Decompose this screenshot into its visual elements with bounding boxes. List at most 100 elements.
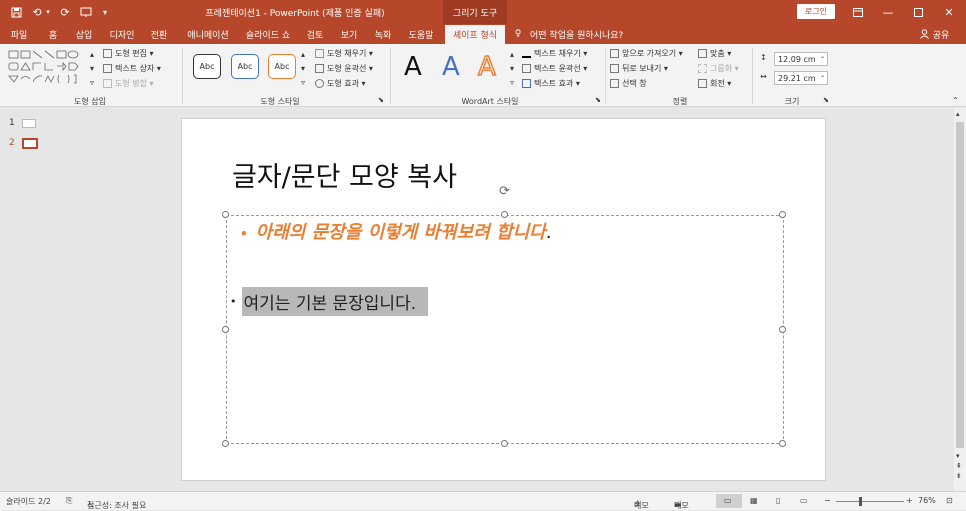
scroll-down-arrow-icon[interactable]: ▾ — [956, 452, 960, 460]
wordart-style-blue[interactable]: A — [442, 52, 460, 82]
collapse-ribbon-icon[interactable]: ⌃ — [952, 96, 959, 105]
shape-outline-button[interactable]: 도형 윤곽선 ▾ — [315, 63, 373, 74]
slide-sorter-icon[interactable]: ▦ — [750, 496, 758, 505]
gallery-scroll-up[interactable]: ▴ — [90, 50, 94, 59]
bring-forward-button[interactable]: 앞으로 가져오기 ▾ — [610, 48, 683, 59]
send-backward-label: 뒤로 보내기 — [622, 64, 662, 73]
text-effects-button[interactable]: 텍스트 효과 ▾ — [522, 78, 580, 89]
shape-gallery[interactable] — [6, 48, 90, 92]
style-scroll-up[interactable]: ▴ — [301, 50, 305, 59]
style-scroll-down[interactable]: ▾ — [301, 64, 305, 73]
zoom-out-icon[interactable]: − — [824, 496, 831, 505]
vertical-scrollbar[interactable]: ▴ ▾ ⇞ ⇟ — [954, 108, 966, 491]
zoom-level[interactable]: 76% — [918, 496, 936, 505]
text-box-button[interactable]: 텍스트 상자 ▾ — [103, 63, 161, 74]
redo-icon[interactable]: ⟳ — [58, 0, 72, 24]
gallery-scroll-down[interactable]: ▾ — [90, 64, 94, 73]
zoom-slider-track[interactable] — [836, 501, 904, 502]
resize-handle-w[interactable] — [222, 326, 229, 333]
slide-canvas[interactable]: 글자/문단 모양 복사 ⟳ • 아래의 문장을 이렇게 바꿔보려 합니다 . •… — [181, 118, 826, 481]
share-person-icon[interactable] — [918, 24, 930, 44]
bullet-item-styled[interactable]: • 아래의 문장을 이렇게 바꿔보려 합니다 . — [240, 218, 551, 244]
undo-icon[interactable]: ⟲ — [30, 0, 44, 24]
reading-view-icon[interactable]: ▯ — [776, 496, 780, 505]
scroll-up-arrow-icon[interactable]: ▴ — [956, 110, 960, 118]
group-button[interactable]: 그룹화 ▾ — [698, 63, 739, 74]
tab-help[interactable]: 도움말 — [402, 24, 440, 44]
tab-shape-format[interactable]: 셰이프 형식 — [445, 25, 505, 44]
share-button[interactable]: 공유 — [930, 24, 952, 44]
selection-pane-button[interactable]: 선택 창 — [610, 78, 647, 89]
width-input[interactable]: 29.21 cm ⌃ — [774, 71, 828, 85]
tab-animations[interactable]: 애니메이션 — [180, 24, 236, 44]
text-outline-button[interactable]: 텍스트 윤곽선 ▾ — [522, 63, 587, 74]
undo-dropdown-icon[interactable]: ▾ — [44, 0, 52, 24]
thumbnail-slide-1[interactable] — [22, 119, 36, 128]
tell-me-box[interactable]: 어떤 작업을 원하시나요? — [530, 24, 640, 44]
shape-style-black[interactable]: Abc — [193, 54, 221, 79]
wordart-scroll-up[interactable]: ▴ — [510, 50, 514, 59]
width-spinner[interactable]: ⌃ — [820, 75, 825, 82]
wordart-style-orange-outline[interactable]: A — [477, 51, 496, 83]
tab-transitions[interactable]: 전환 — [144, 24, 174, 44]
scroll-thumb[interactable] — [956, 122, 964, 448]
shape-fill-button[interactable]: 도형 채우기 ▾ — [315, 48, 373, 59]
slideshow-view-icon[interactable]: ▭ — [800, 496, 808, 505]
thumbnail-slide-2[interactable] — [22, 138, 38, 149]
shape-styles-launcher-icon[interactable]: ⬊ — [378, 96, 384, 104]
edit-shape-button[interactable]: 도형 편집 ▾ — [103, 48, 154, 59]
style-more[interactable]: ▿ — [301, 78, 305, 87]
maximize-icon[interactable] — [908, 0, 928, 24]
rotate-button[interactable]: 회전 ▾ — [698, 78, 731, 89]
close-icon[interactable]: ✕ — [938, 0, 960, 24]
resize-handle-s[interactable] — [501, 440, 508, 447]
thumbnail-number-2: 2 — [9, 138, 15, 148]
save-icon[interactable] — [8, 0, 24, 24]
resize-handle-nw[interactable] — [222, 211, 229, 218]
zoom-in-icon[interactable]: + — [906, 496, 913, 505]
tab-file[interactable]: 파일 — [4, 24, 34, 44]
login-button[interactable]: 로그인 — [797, 4, 835, 19]
start-presentation-icon[interactable] — [78, 0, 94, 24]
text-placeholder-frame[interactable] — [226, 215, 784, 444]
previous-slide-icon[interactable]: ⇞ — [956, 462, 962, 470]
height-spinner[interactable]: ⌃ — [820, 56, 825, 63]
height-input[interactable]: 12.09 cm ⌃ — [774, 52, 828, 66]
resize-handle-sw[interactable] — [222, 440, 229, 447]
text-fill-button[interactable]: 텍스트 채우기 ▾ — [522, 48, 587, 59]
resize-handle-se[interactable] — [779, 440, 786, 447]
tab-view[interactable]: 보기 — [334, 24, 364, 44]
merge-shapes-button[interactable]: 도형 병합 ▾ — [103, 78, 154, 89]
ribbon-display-icon[interactable] — [848, 0, 868, 24]
shape-effects-button[interactable]: 도형 효과 ▾ — [315, 78, 366, 89]
width-value: 29.21 cm — [778, 73, 816, 83]
slide-title[interactable]: 글자/문단 모양 복사 — [232, 155, 457, 194]
send-backward-button[interactable]: 뒤로 보내기 ▾ — [610, 63, 668, 74]
bullet-item-plain[interactable]: • 여기는 기본 문장입니다. — [230, 287, 429, 316]
tab-home[interactable]: 홈 — [42, 24, 64, 44]
fit-slide-icon[interactable]: ⊡ — [946, 496, 953, 505]
gallery-more[interactable]: ▿ — [90, 78, 94, 87]
wordart-launcher-icon[interactable]: ⬊ — [595, 96, 601, 104]
next-slide-icon[interactable]: ⇟ — [956, 472, 962, 480]
size-launcher-icon[interactable]: ⬊ — [823, 96, 829, 104]
resize-handle-ne[interactable] — [779, 211, 786, 218]
resize-handle-n[interactable] — [501, 211, 508, 218]
tab-recording[interactable]: 녹화 — [368, 24, 398, 44]
tab-review[interactable]: 검토 — [300, 24, 330, 44]
wordart-more[interactable]: ▿ — [510, 78, 514, 87]
zoom-slider-thumb[interactable] — [859, 497, 862, 506]
wordart-scroll-down[interactable]: ▾ — [510, 64, 514, 73]
wordart-style-black[interactable]: A — [404, 52, 422, 82]
spelling-icon[interactable]: ⎘ — [66, 496, 72, 506]
customize-qat-icon[interactable]: ▾ — [100, 0, 110, 24]
minimize-icon[interactable]: — — [878, 0, 898, 24]
rotate-handle-icon[interactable]: ⟳ — [499, 184, 510, 199]
align-button[interactable]: 맞춤 ▾ — [698, 48, 731, 59]
resize-handle-e[interactable] — [779, 326, 786, 333]
shape-style-blue[interactable]: Abc — [231, 54, 259, 79]
shape-style-orange[interactable]: Abc — [268, 54, 296, 79]
tab-slideshow[interactable]: 슬라이드 쇼 — [240, 24, 296, 44]
tab-insert[interactable]: 삽입 — [70, 24, 98, 44]
tab-design[interactable]: 디자인 — [104, 24, 140, 44]
